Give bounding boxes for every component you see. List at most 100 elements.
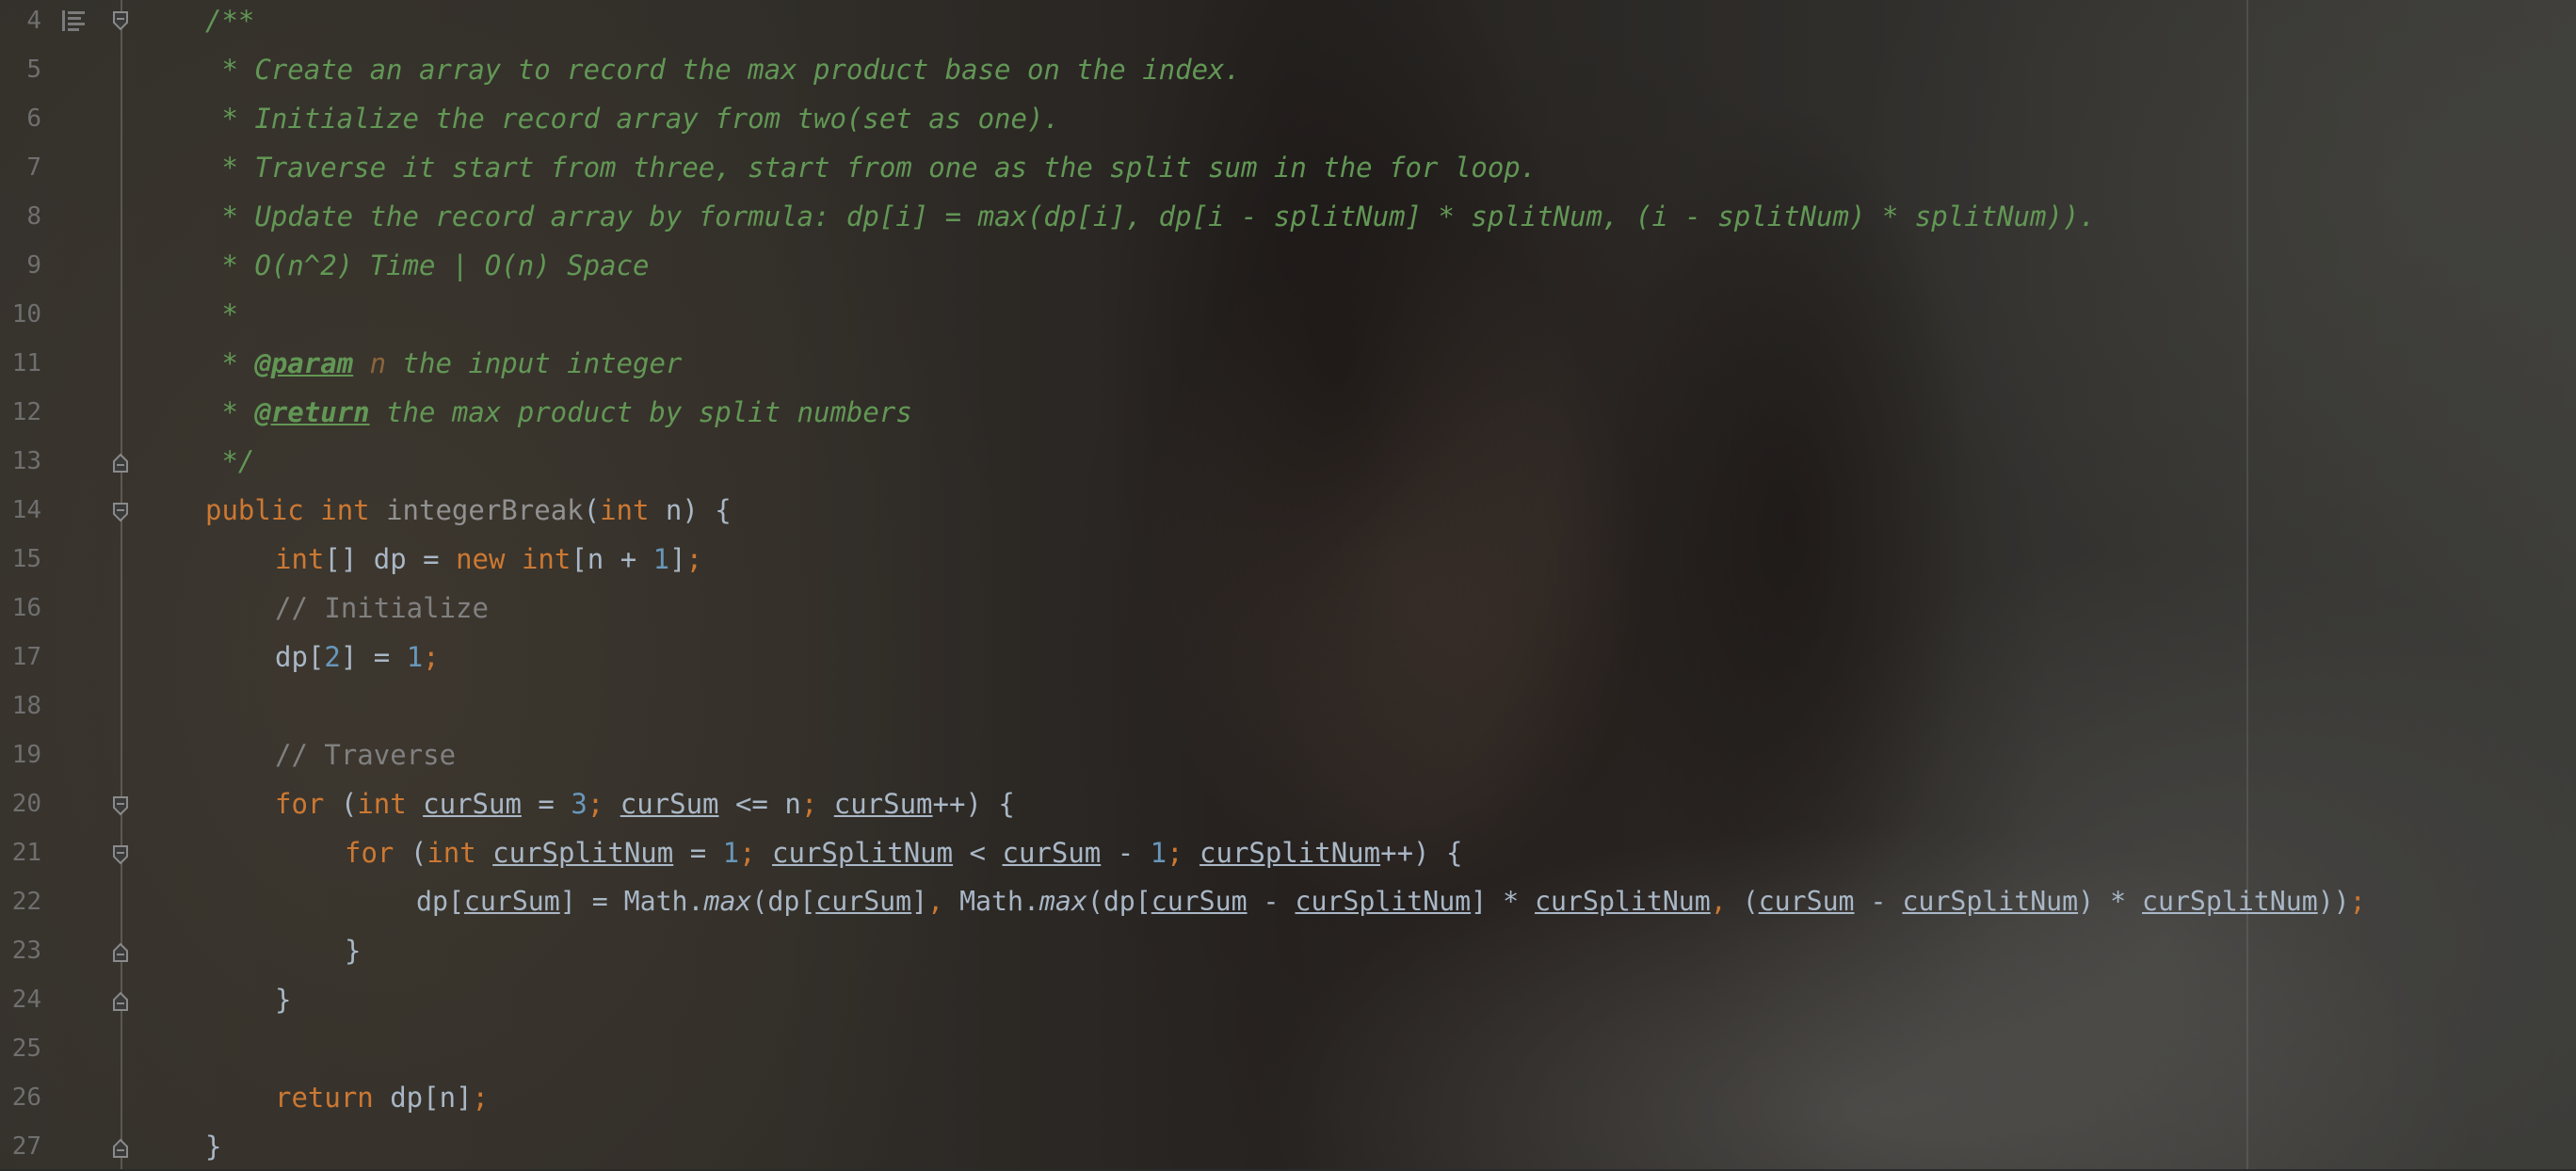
line-number: 19 [11, 741, 41, 769]
code-text: ++) { [1380, 837, 1463, 869]
code-line[interactable]: int[] dp = new int[n + 1]; [275, 535, 702, 584]
variable[interactable]: curSum [464, 886, 560, 917]
code-text: dp[ [275, 641, 325, 673]
code-line[interactable]: * [205, 290, 238, 339]
code-line[interactable]: * @param n the input integer [205, 339, 682, 388]
doc-param-tag[interactable]: @param [254, 347, 353, 379]
code-text: [] dp = [324, 543, 457, 575]
fold-icon[interactable] [109, 452, 132, 474]
keyword: int [600, 494, 650, 526]
code-line[interactable]: */ [205, 437, 254, 486]
line-number: 20 [11, 790, 41, 818]
keyword: int [427, 837, 476, 869]
variable[interactable]: curSum [815, 886, 911, 917]
editor-gutter: 4 5 6 7 8 9 10 11 12 13 14 15 16 17 18 1… [0, 0, 188, 1169]
number-literal: 3 [571, 788, 588, 820]
code-text: ( [1726, 886, 1759, 917]
variable[interactable]: curSplitNum [1199, 837, 1380, 869]
variable[interactable]: curSplitNum [1295, 886, 1471, 917]
variable[interactable]: curSplitNum [1535, 886, 1711, 917]
fold-icon[interactable] [109, 794, 132, 817]
line-number: 21 [11, 839, 41, 867]
line-number: 27 [11, 1132, 41, 1161]
code-line[interactable]: } [205, 1122, 221, 1171]
keyword: return [275, 1082, 374, 1114]
code-text: - [1247, 886, 1296, 917]
line-number: 4 [26, 7, 41, 35]
method-name[interactable]: integerBreak [386, 494, 584, 526]
doc-comment: * Create an array to record the max prod… [205, 54, 1241, 86]
code-line[interactable]: for (int curSplitNum = 1; curSplitNum < … [345, 828, 1462, 877]
closing-brace: } [345, 935, 362, 967]
fold-icon[interactable] [109, 1137, 132, 1160]
closing-brace: } [205, 1131, 222, 1163]
keyword: for [345, 837, 394, 869]
variable[interactable]: curSplitNum [1902, 886, 2078, 917]
doc-comment: * Update the record array by formula: dp… [205, 201, 2096, 233]
code-line[interactable]: return dp[n]; [275, 1073, 489, 1122]
variable[interactable]: curSplitNum [772, 837, 953, 869]
method-call[interactable]: max [1039, 886, 1087, 917]
fold-icon[interactable] [109, 9, 132, 32]
line-number: 18 [11, 692, 41, 720]
doc-comment: * [205, 396, 255, 428]
variable[interactable]: curSplitNum [2142, 886, 2318, 917]
code-line[interactable]: // Traverse [275, 730, 456, 779]
code-text: ++) { [932, 788, 1015, 820]
code-text: < [953, 837, 1003, 869]
number-literal: 1 [406, 641, 424, 673]
code-line[interactable]: dp[2] = 1; [275, 633, 440, 682]
variable[interactable]: curSum [1759, 886, 1855, 917]
right-margin-guide [2246, 0, 2248, 1169]
code-line[interactable]: } [275, 975, 291, 1024]
punctuation: ( [583, 494, 601, 526]
code-text: ] * [1471, 886, 1536, 917]
fold-icon[interactable] [109, 501, 132, 523]
code-text: - [1854, 886, 1903, 917]
doc-return-tag[interactable]: @return [254, 396, 369, 428]
code-line[interactable]: * Create an array to record the max prod… [205, 45, 1241, 94]
line-number: 17 [11, 643, 41, 671]
keyword: int [275, 543, 325, 575]
number-literal: 1 [722, 837, 740, 869]
semicolon: ; [423, 641, 440, 673]
variable[interactable]: curSum [620, 788, 719, 820]
method-call[interactable]: max [703, 886, 751, 917]
semicolon: ; [2349, 886, 2366, 917]
line-number: 6 [26, 104, 41, 133]
variable[interactable]: curSum [423, 788, 522, 820]
line-number: 7 [26, 153, 41, 182]
code-line[interactable]: public int integerBreak(int n) { [205, 486, 732, 535]
variable[interactable]: curSum [1002, 837, 1101, 869]
variable[interactable]: curSum [834, 788, 933, 820]
variable[interactable]: curSplitNum [492, 837, 673, 869]
keyword: public [205, 494, 304, 526]
code-line[interactable]: for (int curSum = 3; curSum <= n; curSum… [275, 779, 1015, 828]
code-text: ] = [340, 641, 407, 673]
code-line[interactable]: } [345, 926, 361, 975]
doc-comment-icon[interactable] [60, 8, 87, 34]
code-line[interactable]: * Update the record array by formula: dp… [205, 192, 2096, 241]
fold-icon[interactable] [109, 941, 132, 964]
line-comment: // Initialize [275, 592, 489, 624]
code-line[interactable]: * O(n^2) Time | O(n) Space [205, 241, 649, 290]
variable[interactable]: curSum [1151, 886, 1248, 917]
doc-comment: * [205, 298, 238, 330]
code-line[interactable]: // Initialize [275, 584, 489, 633]
code-line[interactable]: /** [205, 0, 254, 45]
code-text: ] = Math. [559, 886, 704, 917]
doc-comment: * [205, 347, 255, 379]
code-text: ) * [2078, 886, 2143, 917]
doc-comment: /** [205, 5, 255, 37]
fold-icon[interactable] [109, 843, 132, 866]
fold-icon[interactable] [109, 990, 132, 1013]
code-line[interactable]: dp[curSum] = Math.max(dp[curSum], Math.m… [416, 877, 2366, 926]
line-number: 25 [11, 1035, 41, 1063]
code-text: (dp[ [751, 886, 816, 917]
line-number: 14 [11, 496, 41, 524]
semicolon: ; [472, 1082, 489, 1114]
doc-comment: * Traverse it start from three, start fr… [205, 152, 1538, 184]
code-line[interactable]: * Initialize the record array from two(s… [205, 94, 1059, 143]
code-line[interactable]: * Traverse it start from three, start fr… [205, 143, 1537, 192]
code-line[interactable]: * @return the max product by split numbe… [205, 388, 911, 437]
